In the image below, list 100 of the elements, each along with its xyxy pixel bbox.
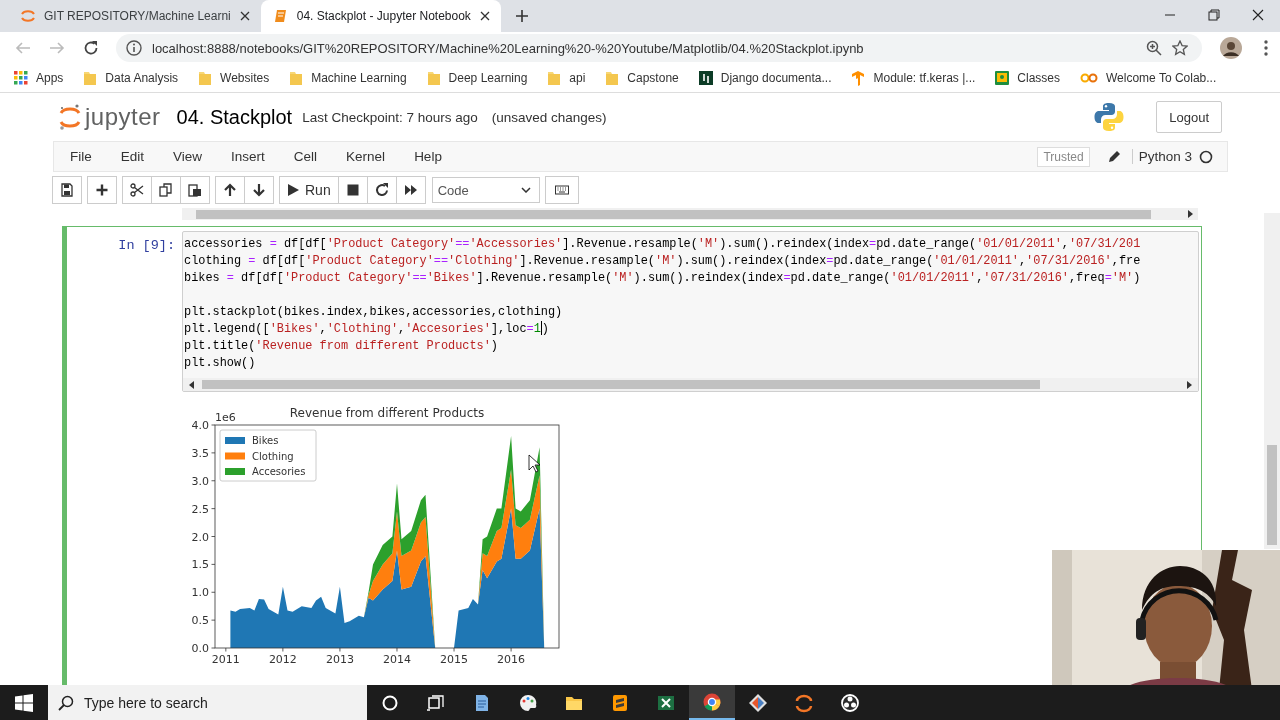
ring-icon <box>20 8 36 24</box>
notebook-title[interactable]: 04. Stackplot <box>176 105 293 129</box>
paste-button[interactable] <box>180 176 210 204</box>
bookmark[interactable]: Welcome To Colab... <box>1080 71 1217 85</box>
folder-icon <box>426 70 441 86</box>
pencil-icon[interactable] <box>1106 149 1121 164</box>
code-editor[interactable] <box>182 231 1199 392</box>
browser-icon[interactable] <box>689 685 735 720</box>
fast-forward-button[interactable] <box>395 176 426 204</box>
move-down-button[interactable] <box>244 176 274 204</box>
run-button[interactable]: Run <box>279 176 339 204</box>
y-tick-label: 0.0 <box>191 642 209 655</box>
scrollbar-thumb[interactable] <box>202 380 1040 389</box>
copy-button[interactable] <box>151 176 181 204</box>
zoom-icon[interactable] <box>1146 40 1162 56</box>
save-icon <box>60 183 74 197</box>
chart-title: Revenue from different Products <box>289 406 485 420</box>
code-line: bikes = df[df['Product Category'=='Bikes'].Revenue.resample('M').sum().reindex(index=pd.date_range('01/01/2011','07/31/2016',freq='M') <box>184 270 1142 287</box>
address-field[interactable]: localhost:8888/notebooks/GIT%20REPOSITORY/Machine%20Learning%20-%20Youtube/Matplotlib/04.%20Stackplot.ipynb <box>116 34 1202 62</box>
folder-icon <box>605 70 620 86</box>
search-field[interactable]: Type here to search <box>48 685 367 720</box>
caret-icon <box>520 187 531 193</box>
horizontal-scrollbar[interactable] <box>183 378 1198 391</box>
legend-swatch <box>225 452 245 460</box>
y-tick-label: 2.0 <box>191 530 209 544</box>
bookmark[interactable]: Apps <box>14 71 64 85</box>
cell-type-dropdown[interactable]: Code <box>431 177 540 203</box>
grid-icon <box>14 71 28 85</box>
axis-offset-label: 1e6 <box>215 411 236 424</box>
scrollbar-thumb[interactable] <box>1267 445 1277 545</box>
logo-text[interactable]: jupyter <box>85 103 161 131</box>
scroll-right-icon[interactable] <box>1185 380 1193 389</box>
plus-icon[interactable] <box>514 9 529 23</box>
menu-item[interactable]: File <box>70 149 92 164</box>
tab-title: 04. Stackplot - Jupyter Notebook <box>296 9 471 23</box>
reload-icon[interactable] <box>82 40 100 56</box>
search-icon <box>58 695 74 711</box>
info-icon[interactable] <box>126 40 142 56</box>
logout-button[interactable]: Logout <box>1156 101 1222 133</box>
star-icon[interactable] <box>1172 40 1188 56</box>
folder-icon <box>198 70 213 86</box>
y-tick-label: 3.0 <box>191 474 209 488</box>
jupyter-logo-icon[interactable] <box>58 103 82 131</box>
y-tick-label: 2.5 <box>191 502 209 516</box>
legend-swatch <box>225 468 245 475</box>
y-tick-label: 4.0 <box>191 419 209 432</box>
avatar-icon[interactable] <box>1220 37 1242 59</box>
x-tick-label: 2015 <box>440 653 469 666</box>
add-cell-icon <box>95 183 109 197</box>
play-icon <box>287 184 299 196</box>
save-button[interactable] <box>52 176 82 204</box>
legend-label: Clothing <box>252 450 294 462</box>
bookmark[interactable]: Capstone <box>605 70 679 86</box>
bookmark[interactable]: Websites <box>198 70 270 86</box>
bookmark[interactable]: Classes <box>995 71 1060 85</box>
add-cell-button[interactable] <box>87 176 117 204</box>
x-tick-label: 2011 <box>211 653 240 666</box>
menu-item[interactable]: Kernel <box>346 149 386 164</box>
legend-swatch <box>225 437 245 444</box>
bookmark[interactable]: Machine Learning <box>289 70 407 86</box>
browser-tab[interactable]: GIT REPOSITORY/Machine Learni <box>8 0 261 32</box>
y-tick-label: 3.5 <box>191 446 209 460</box>
bookmark[interactable]: Deep Learning <box>426 70 528 86</box>
move-up-button[interactable] <box>215 176 245 204</box>
code-line: plt.stackplot(bikes.index,bikes,accessories,clothing) <box>184 304 564 321</box>
keyboard-button[interactable] <box>544 176 579 204</box>
legend-label: Accesories <box>252 466 306 477</box>
bookmark[interactable]: api <box>547 70 586 86</box>
menu-item[interactable]: Cell <box>293 149 318 164</box>
browser-tab[interactable]: 04. Stackplot - Jupyter Notebook <box>260 0 501 32</box>
scroll-left-icon[interactable] <box>188 380 196 389</box>
trusted-indicator[interactable]: Trusted <box>1037 146 1090 167</box>
code-line: plt.legend(['Bikes','Clothing','Accesories'],loc=1) <box>184 321 550 338</box>
horizontal-scrollbar[interactable] <box>182 208 1198 220</box>
input-prompt: In [9]: <box>117 237 176 255</box>
dj-icon <box>698 71 713 85</box>
scroll-right-icon[interactable] <box>1186 210 1194 218</box>
code-line: accessories = df[df['Product Category'=='Accessories'].Revenue.resample('M').sum().reindex(index=pd.date_range('01/01/2011','07/31/201 <box>184 236 1142 253</box>
scrollbar-thumb[interactable] <box>196 209 1151 219</box>
menu-icon[interactable] <box>1264 40 1268 56</box>
menu-item[interactable]: Help <box>414 149 442 164</box>
stop-button[interactable] <box>337 176 368 204</box>
vertical-scrollbar[interactable] <box>1264 213 1280 549</box>
bookmark[interactable]: Django documenta... <box>698 71 832 85</box>
close-icon[interactable] <box>478 10 491 22</box>
bookmark[interactable]: Module: tf.keras |... <box>851 70 976 86</box>
close-icon[interactable] <box>238 10 251 22</box>
cut-button[interactable] <box>122 176 152 204</box>
python-logo-icon <box>1094 102 1125 132</box>
bookmark[interactable]: Data Analysis <box>83 70 179 86</box>
code-line: clothing = df[df['Product Category'=='Clothing'].Revenue.resample('M').sum().reindex(index=pd.date_range('01/01/2011','07/31/2016',fre <box>184 253 1142 270</box>
menu-item[interactable]: View <box>173 149 203 164</box>
menu-item[interactable]: Insert <box>231 149 265 164</box>
autosave-status: (unsaved changes) <box>491 109 607 125</box>
x-tick-label: 2014 <box>383 653 411 666</box>
restart-button[interactable] <box>366 176 397 204</box>
x-tick-label: 2016 <box>497 653 526 666</box>
keyboard-icon <box>554 183 569 197</box>
classroom-icon <box>995 71 1010 85</box>
menu-item[interactable]: Edit <box>120 149 145 164</box>
